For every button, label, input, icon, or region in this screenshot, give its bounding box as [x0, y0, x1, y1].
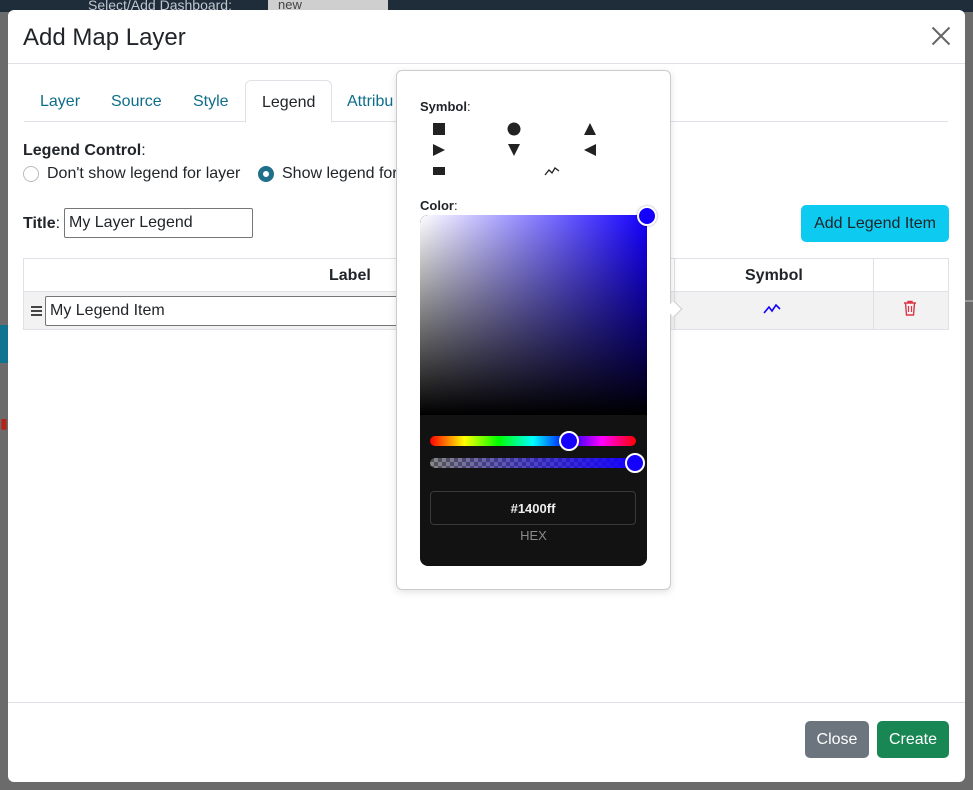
triangle-up-symbol-icon[interactable]: [579, 120, 601, 138]
square-symbol-icon[interactable]: [428, 120, 450, 138]
hue-slider-handle[interactable]: [559, 431, 579, 451]
hex-input[interactable]: #1400ff: [430, 491, 636, 525]
symbol-label: Symbol:: [420, 99, 471, 114]
column-divider: [674, 259, 675, 293]
triangle-right-symbol-icon[interactable]: [428, 141, 450, 159]
saturation-handle[interactable]: [637, 206, 657, 226]
add-legend-item-button[interactable]: Add Legend Item: [801, 205, 949, 242]
backdrop-trash-icon: ▮: [0, 415, 8, 431]
modal-title: Add Map Layer: [23, 24, 186, 51]
drag-handle-icon[interactable]: [31, 306, 42, 318]
legend-title-input[interactable]: [64, 208, 253, 238]
create-button[interactable]: Create: [877, 721, 949, 758]
trash-icon[interactable]: [903, 300, 917, 321]
modal-footer: Close Create: [8, 702, 965, 782]
close-button[interactable]: Close: [805, 721, 869, 758]
modal-header: Add Map Layer: [8, 10, 965, 64]
hue-slider[interactable]: [430, 436, 636, 446]
alpha-slider[interactable]: [430, 458, 636, 468]
color-label: Color:: [420, 198, 458, 213]
radio-show-legend[interactable]: Show legend for: [258, 165, 398, 183]
tab-layer[interactable]: Layer: [24, 80, 96, 122]
tab-source[interactable]: Source: [95, 80, 178, 122]
alpha-slider-handle[interactable]: [625, 453, 645, 473]
tab-legend[interactable]: Legend: [245, 80, 333, 123]
triangle-left-symbol-icon[interactable]: [579, 141, 601, 159]
radio-hide-legend-label: Don't show legend for layer: [47, 165, 241, 182]
color-picker: #1400ff HEX: [420, 215, 647, 566]
line-symbol-option-icon[interactable]: [541, 162, 563, 180]
legend-control-label: Legend Control:: [23, 142, 146, 159]
radio-hide-legend[interactable]: Don't show legend for layer: [23, 165, 240, 183]
symbol-color-popover: Symbol: Color: #1400ff HEX: [396, 70, 683, 590]
radio-show-legend-label: Show legend for: [282, 165, 398, 182]
tab-style[interactable]: Style: [177, 80, 245, 122]
triangle-down-symbol-icon[interactable]: [503, 141, 525, 159]
column-divider: [873, 292, 874, 330]
close-icon[interactable]: [929, 24, 953, 48]
circle-symbol-icon[interactable]: [503, 120, 525, 138]
legend-item-label-input[interactable]: [45, 296, 405, 326]
radio-hide-legend-input[interactable]: [23, 166, 39, 182]
backdrop-left-tab: [0, 325, 8, 363]
line-symbol-icon[interactable]: [763, 302, 781, 321]
column-divider: [873, 259, 874, 293]
color-format-label[interactable]: HEX: [420, 528, 647, 543]
saturation-area[interactable]: [420, 215, 647, 415]
label-column-header: Label: [329, 267, 371, 284]
radio-show-legend-input[interactable]: [258, 166, 274, 182]
rectangle-symbol-icon[interactable]: [428, 162, 450, 180]
title-label: Title:: [23, 215, 61, 232]
symbol-column-header: Symbol: [745, 267, 803, 284]
backdrop-divider: [965, 300, 973, 302]
